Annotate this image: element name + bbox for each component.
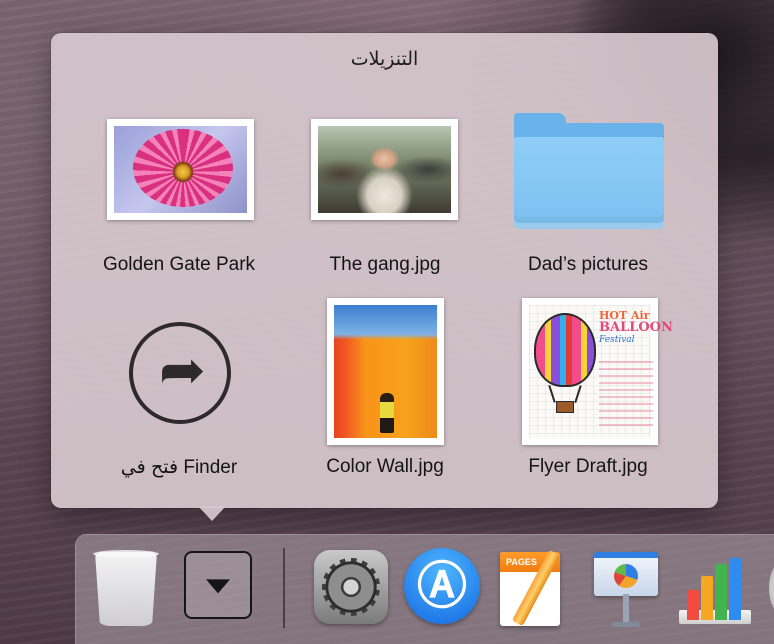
stack-item-label: فتح في Finder: [120, 457, 238, 478]
trash-icon[interactable]: [95, 552, 157, 626]
dock-separator: [283, 548, 285, 628]
flyer-image: HOT Air BALLOON Festival: [529, 305, 673, 438]
open-in-finder-button[interactable]: ➦ فتح في Finder: [84, 298, 274, 478]
stack-item-dads-pictures[interactable]: Dad’s pictures: [493, 113, 683, 283]
pages-icon[interactable]: PAGES: [500, 548, 572, 628]
stack-title: التنزيلات: [350, 48, 419, 70]
chevron-down-icon: [206, 579, 230, 594]
dock-app-icon-partial[interactable]: [769, 560, 774, 616]
downloads-stack-popover: التنزيلات Golden Gate Park The gang.jpg …: [51, 33, 718, 508]
folder-icon: [514, 113, 664, 231]
stack-item-color-wall[interactable]: Color Wall.jpg: [290, 298, 480, 478]
stack-item-the-gang[interactable]: The gang.jpg: [290, 113, 480, 283]
downloads-stack-icon[interactable]: [184, 551, 252, 619]
photo-flyer-thumbnail: HOT Air BALLOON Festival: [522, 298, 673, 445]
balloon-drawing: [534, 313, 596, 387]
stack-item-label: Golden Gate Park: [102, 254, 256, 275]
flower-image: [133, 129, 233, 207]
flyer-heading: HOT Air BALLOON Festival: [599, 309, 673, 345]
stack-item-golden-gate-park[interactable]: Golden Gate Park: [84, 113, 274, 283]
stack-item-label: Dad’s pictures: [527, 254, 649, 275]
numbers-icon[interactable]: [679, 550, 753, 624]
popover-pointer: [198, 506, 226, 521]
open-in-finder-arrow-icon: ➦: [129, 322, 231, 424]
photo-flower-thumbnail: [107, 119, 254, 220]
stack-item-flyer-draft[interactable]: HOT Air BALLOON Festival Flyer Draft.jpg: [493, 298, 683, 478]
stack-item-label: Color Wall.jpg: [326, 456, 444, 477]
keynote-icon[interactable]: [590, 548, 662, 628]
stack-item-label: Flyer Draft.jpg: [528, 456, 648, 477]
app-store-icon[interactable]: Ⓐ: [404, 548, 480, 624]
stack-item-label: The gang.jpg: [329, 254, 441, 275]
group-photo-image: [318, 126, 451, 213]
photo-group-thumbnail: [311, 119, 458, 220]
flyer-fine-print: [599, 361, 653, 431]
dock: Ⓐ PAGES: [75, 534, 774, 644]
system-preferences-gear-icon[interactable]: [314, 550, 388, 624]
photo-color-wall-thumbnail: [327, 298, 444, 445]
